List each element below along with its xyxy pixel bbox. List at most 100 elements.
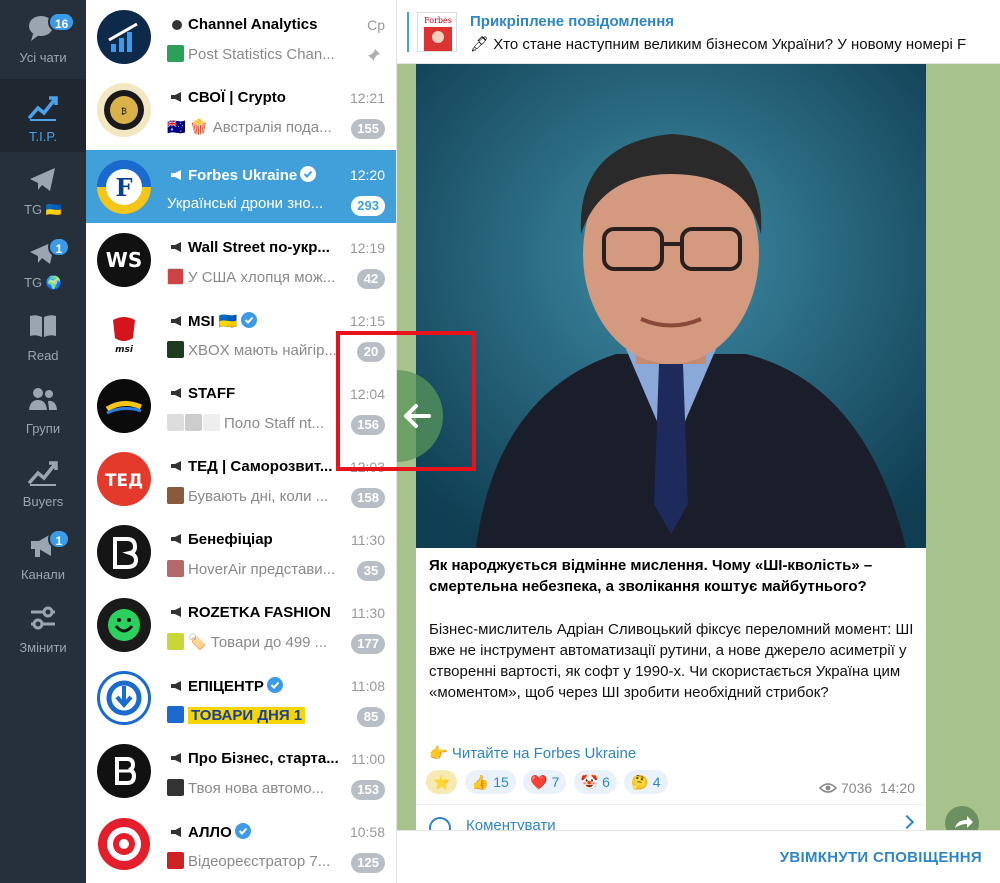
unread-badge: 85: [357, 707, 385, 727]
group-icon: [29, 388, 57, 410]
chat-name: Channel Analytics: [188, 16, 318, 33]
folder-label: Buyers: [22, 494, 64, 509]
chat-name: ЕПІЦЕНТР: [188, 678, 264, 695]
verified-icon: [240, 312, 257, 328]
chat-preview: Бувають дні, коли ...: [188, 488, 329, 505]
megaphone-icon: [171, 316, 181, 326]
folder-tg-world[interactable]: 1 TG 🌍: [0, 225, 86, 298]
chat-preview: XBOX мають найгір...: [188, 342, 337, 359]
folder-groups[interactable]: Групи: [0, 371, 86, 444]
reaction-count: 6: [602, 774, 610, 790]
preview-thumb: [167, 45, 184, 62]
post-title: Як народжується відмінне мислення. Чому …: [429, 557, 873, 595]
reaction-thumbs-up[interactable]: 👍 15: [464, 770, 516, 794]
chat-item-epicentr[interactable]: ЕПІЦЕНТР 11:08 ТОВАРИ ДНЯ 1 85: [86, 661, 396, 734]
chat-name: STAFF: [188, 385, 236, 402]
megaphone-icon: [171, 170, 181, 180]
verified-icon: [234, 823, 251, 839]
folder-label: TG 🇺🇦: [24, 202, 62, 217]
reaction-thinking[interactable]: 🤔 4: [624, 770, 668, 794]
avatar: [97, 744, 151, 798]
folder-buyers[interactable]: Buyers: [0, 444, 86, 517]
epicentr-logo-icon: [106, 680, 142, 716]
folder-read[interactable]: Read: [0, 298, 86, 371]
pinned-title: Прикріплене повідомлення: [470, 13, 675, 30]
chat-preview: Поло Staff nt...: [224, 415, 324, 432]
folder-label: Групи: [25, 421, 61, 436]
folder-tip[interactable]: T.I.P.: [0, 79, 86, 152]
megaphone-icon: [171, 607, 181, 617]
folder-channels[interactable]: 1 Канали: [0, 517, 86, 590]
chat-time: 11:30: [351, 605, 385, 621]
megaphone-icon: [171, 242, 181, 252]
chat-name: АЛЛО: [188, 824, 232, 841]
comments-button[interactable]: Коментувати: [416, 804, 926, 830]
unread-badge: 153: [351, 780, 385, 800]
chat-name: ROZETKA FASHION: [188, 604, 331, 621]
preview-thumb: [167, 706, 184, 723]
reaction-emoji: 👍: [471, 774, 490, 790]
chat-preview: 🇦🇺 🍿 Австралія пода...: [167, 119, 332, 136]
megaphone-icon: [171, 681, 181, 691]
megaphone-icon: [171, 827, 181, 837]
forbes-cover-icon: Forbes: [418, 13, 456, 51]
folder-label: Канали: [20, 567, 66, 582]
preview-thumb: [167, 487, 184, 504]
chat-preview: HoverAir представи...: [188, 561, 336, 578]
chat-item-wall-street[interactable]: WS Wall Street по-укр... 12:19 У США хло…: [86, 223, 396, 296]
chat-item-allo[interactable]: АЛЛО 10:58 Відеореєстратор 7... 125: [86, 807, 396, 880]
chat-preview: У США хлопця мож...: [188, 269, 336, 286]
unread-badge: 35: [357, 561, 385, 581]
chat-item-beneficiar[interactable]: Бенефіціар 11:30 HoverAir представи... 3…: [86, 515, 396, 588]
verified-icon: [300, 166, 317, 182]
chat-item-rozetka-fashion[interactable]: ROZETKA FASHION 11:30 🏷️ Товари до 499 .…: [86, 588, 396, 661]
folder-label: Усі чати: [19, 50, 67, 65]
chat-name: Про Бізнес, старта...: [188, 750, 339, 767]
reaction-count: 15: [493, 774, 509, 790]
highlight-box: [336, 331, 476, 471]
folder-label: T.I.P.: [29, 129, 57, 144]
folder-edit[interactable]: Змінити: [0, 590, 86, 663]
folder-badge: 16: [48, 12, 76, 32]
chat-item-svoi-crypto[interactable]: ₿ СВОЇ | Crypto 12:21 🇦🇺 🍿 Австралія под…: [86, 73, 396, 146]
chat-item-forbes-ukraine[interactable]: F Forbes Ukraine 12:20 Українські дрони …: [86, 150, 396, 223]
comment-icon: [429, 817, 451, 830]
chat-time: 11:30: [351, 532, 385, 548]
avatar: ₿: [97, 83, 151, 137]
crypto-logo-icon: ₿: [104, 90, 144, 130]
comments-label: Коментувати: [466, 817, 556, 830]
chat-item-channel-analytics[interactable]: Channel Analytics Ср Post Statistics Cha…: [86, 0, 396, 73]
avatar: ТЕД: [97, 452, 151, 506]
reaction-heart[interactable]: ❤️ 7: [523, 770, 567, 794]
reaction-clown[interactable]: 🤡 6: [573, 770, 617, 794]
pinned-text: 🖋 Хто стане наступним великим бізнесом У…: [470, 36, 967, 53]
chat-item-pro-biznes[interactable]: Про Бізнес, старта... 11:00 Твоя нова ав…: [86, 734, 396, 807]
svg-text:WS: WS: [106, 248, 142, 272]
avatar: [97, 598, 151, 652]
read-more-link[interactable]: 👉 Читайте на Forbes Ukraine: [429, 744, 636, 762]
preview-thumb: [185, 414, 202, 431]
book-icon: [30, 315, 56, 337]
analytics-logo-icon: [108, 22, 138, 52]
pin-accent-line: [407, 12, 409, 52]
chat-preview: Твоя нова автомо...: [188, 780, 325, 797]
chart-icon: [28, 461, 58, 486]
avatar: [97, 671, 151, 725]
forbes-logo-icon: F: [97, 160, 151, 214]
post-photo[interactable]: [416, 64, 926, 548]
folder-all-chats[interactable]: 16 Усі чати: [0, 0, 86, 73]
reaction-emoji: 🤡: [580, 774, 599, 790]
svg-text:₿: ₿: [121, 107, 127, 116]
chart-icon: [28, 96, 58, 121]
folder-tg-ua[interactable]: TG 🇺🇦: [0, 152, 86, 225]
folder-label: Змінити: [19, 640, 67, 655]
reaction-star[interactable]: ⭐: [426, 770, 458, 794]
chat-time: 12:21: [349, 90, 385, 106]
share-button[interactable]: [945, 806, 979, 830]
enable-notifications-button[interactable]: УВІМКНУТИ СПОВІЩЕННЯ: [780, 849, 982, 866]
folder-label: TG 🌍: [24, 275, 62, 290]
pinned-message-bar[interactable]: Forbes Прикріплене повідомлення 🖋 Хто ст…: [397, 0, 1000, 64]
avatar: [97, 525, 151, 579]
chat-name: СВОЇ | Crypto: [188, 89, 286, 106]
avatar: WS: [97, 233, 151, 287]
